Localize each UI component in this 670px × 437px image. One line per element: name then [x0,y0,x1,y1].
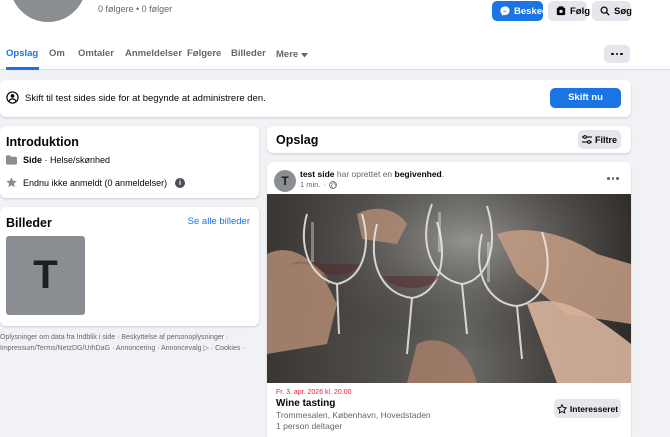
tab-photos[interactable]: Billeder [231,40,266,70]
footer-links[interactable]: Oplysninger om data fra Indblik i side ·… [0,333,259,354]
tab-about[interactable]: Om [49,40,65,70]
tab-more[interactable]: Mere [276,40,309,70]
caret-down-icon [301,52,309,57]
followers-count[interactable]: 0 følgere • 0 følger [98,4,172,14]
category-label: Side [23,155,43,165]
star-icon [6,177,17,188]
reviews-text: Endnu ikke anmeldt (0 anmeldelser) [23,177,168,188]
message-button[interactable]: Besked [492,1,548,21]
globe-icon [329,180,337,189]
photo-thumbnail[interactable]: T [6,236,85,315]
event-title[interactable]: Wine tasting [276,398,335,409]
photo-letter: T [33,253,58,297]
switch-message: Skift til test sides side for at begynde… [25,93,266,104]
post-time[interactable]: 1 min. [300,180,320,189]
event-attendees[interactable]: 1 person deltager [276,421,342,431]
post-meta: 1 min. · [300,180,337,189]
tab-more-label: Mere [276,49,299,60]
event-date: Fr. 3. apr. 2026 kl. 20.00 [276,389,352,396]
intro-category: Side · Helse/skønhed [6,155,110,165]
switch-profile-icon [6,91,19,104]
intro-title: Introduktion [6,135,79,149]
filter-label: Filtre [594,134,617,145]
filter-icon [581,135,592,144]
intro-card: Introduktion Side · Helse/skønhed Endnu … [0,126,259,198]
post-author-avatar[interactable]: T [274,170,296,192]
search-label: Søg [614,5,632,17]
event-location: Trommesalen, København, Hovedstaden [276,410,431,420]
follow-button[interactable]: Følg [548,1,591,21]
event-post: T test side har oprettet en begivenhed. … [267,162,631,437]
photos-card: Billeder Se alle billeder T [0,207,259,326]
search-icon [600,6,610,16]
filter-button[interactable]: Filtre [578,130,621,149]
tab-posts[interactable]: Opslag [6,40,39,70]
post-headline: test side har oprettet en begivenhed. [300,169,445,179]
event-cover-photo[interactable] [267,194,631,383]
follow-label: Følg [570,5,591,17]
message-label: Besked [514,5,548,17]
tab-followers[interactable]: Følgere [187,40,221,70]
folder-icon [6,155,17,165]
tab-reviews[interactable]: Anmeldelser [125,40,182,70]
interested-button[interactable]: Interesseret [554,399,621,418]
more-options-button[interactable] [604,45,630,63]
search-button[interactable]: Søg [592,1,632,21]
follow-icon [556,6,566,16]
switch-now-button[interactable]: Skift nu [550,88,621,108]
intro-reviews: Endnu ikke anmeldt (0 anmeldelser) i [6,177,186,188]
interested-label: Interesseret [569,403,619,414]
page-header: 0 følgere • 0 følger Besked Følg Søg Ops… [0,0,670,70]
photos-title: Billeder [6,216,52,230]
post-action: har oprettet en [334,169,395,179]
tab-mentions[interactable]: Omtaler [78,40,114,70]
post-author[interactable]: test side [300,169,335,179]
see-all-photos-link[interactable]: Se alle billeder [188,216,250,227]
profile-avatar[interactable] [6,0,90,26]
star-outline-icon [556,403,567,414]
posts-header-card: Opslag Filtre [267,126,631,153]
page-tabs: Opslag Om Omtaler Anmeldelser Følgere Bi… [0,40,670,70]
post-options-button[interactable] [607,177,619,180]
posts-title: Opslag [276,133,319,147]
switch-profile-bar: Skift til test sides side for at begynde… [0,80,631,117]
info-icon[interactable]: i [175,177,186,188]
messenger-icon [500,6,510,16]
post-object[interactable]: begivenhed [395,169,442,179]
wine-glasses-illustration [267,194,631,383]
category-value: · Helse/skønhed [42,155,111,165]
